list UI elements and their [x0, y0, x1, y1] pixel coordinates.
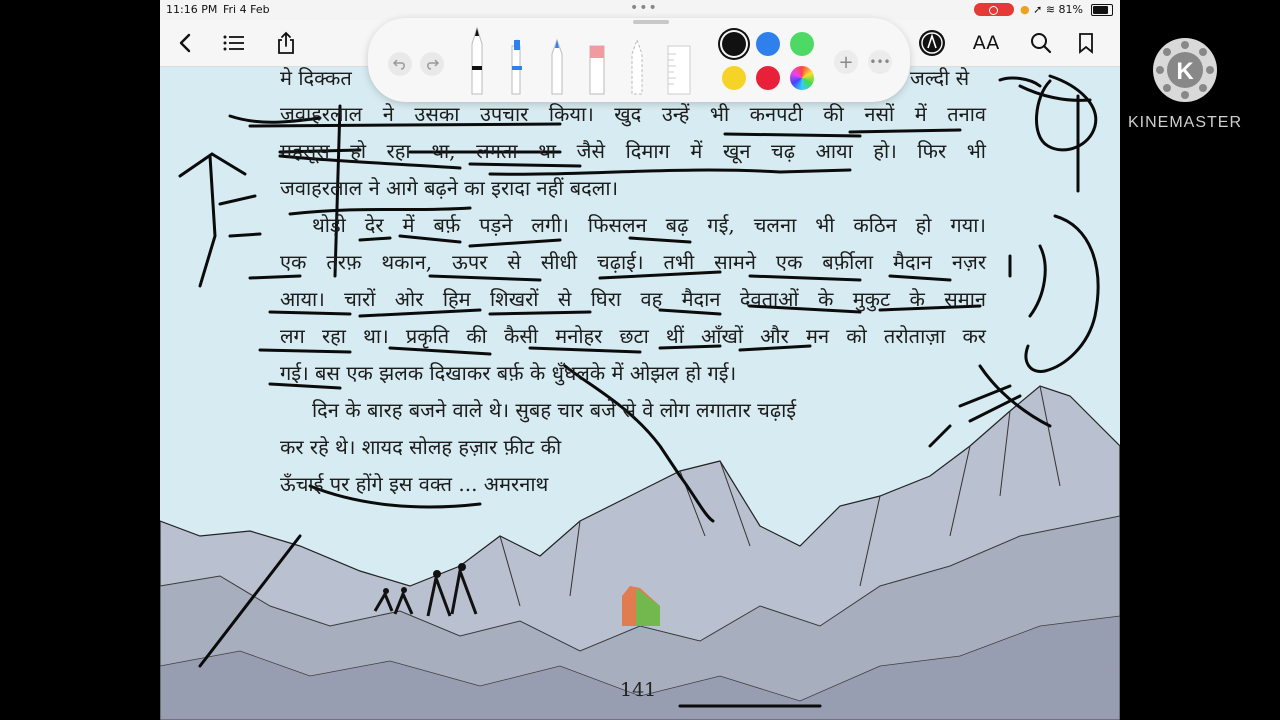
- text-line-8: गई। बस एक झलक दिखाकर बर्फ़ के धुँधलके मे…: [280, 361, 737, 385]
- back-icon: [179, 33, 191, 53]
- add-tool-button[interactable]: +: [834, 50, 858, 74]
- bookmark-icon: [1079, 33, 1093, 54]
- text-line-2: महसूस हो रहा था, लगता था जैसे दिमाग में …: [280, 139, 986, 163]
- text-line-5: एक तरफ़ थकान, ऊपर से सीधी चढ़ाई। तभी साम…: [280, 250, 986, 274]
- text-line-10: कर रहे थे। शायद सोलह हज़ार फ़ीट की: [280, 435, 562, 459]
- text-line-9: दिन के बारह बजने वाले थे। सुबह चार बजे स…: [312, 398, 797, 422]
- page-number: 141: [620, 679, 657, 701]
- list-icon: [223, 35, 244, 51]
- color-black-swatch[interactable]: [722, 32, 746, 56]
- color-picker-swatch[interactable]: [790, 66, 814, 90]
- system-indicators: ● ➚ ≋ 81%: [1020, 3, 1083, 16]
- color-blue-swatch[interactable]: [756, 32, 780, 56]
- mountain-illustration: [160, 385, 1120, 720]
- kinemaster-wordmark: KINEMASTER: [1128, 114, 1243, 131]
- location-icon: ➚: [1033, 3, 1043, 16]
- pen-icon[interactable]: [468, 26, 486, 96]
- palette-drag-handle[interactable]: [633, 20, 669, 24]
- redo-icon: [427, 59, 439, 70]
- markup-icon: [919, 30, 945, 56]
- kinemaster-logo: K: [1153, 38, 1217, 102]
- contents-button[interactable]: [219, 28, 249, 58]
- ipad-screen: 11:16 PM Fri 4 Feb ••• ● ➚ ≋ 81% AA मे द…: [160, 0, 1120, 720]
- battery-percent: 81%: [1058, 3, 1083, 16]
- undo-icon: [393, 59, 405, 70]
- wifi-icon: ≋: [1045, 3, 1056, 16]
- share-button[interactable]: [271, 28, 301, 58]
- font-size-button[interactable]: AA: [971, 28, 1001, 58]
- battery-icon: [1091, 4, 1113, 16]
- lasso-icon[interactable]: [628, 26, 646, 96]
- status-bar: 11:16 PM Fri 4 Feb ••• ● ➚ ≋ 81%: [160, 0, 1120, 20]
- status-date: Fri 4 Feb: [223, 3, 270, 16]
- color-red-swatch[interactable]: [756, 66, 780, 90]
- share-icon: [278, 31, 294, 54]
- text-line-7: लग रहा था। प्रकृति की कैसी मनोहर छटा थीं…: [280, 324, 986, 348]
- bookmark-button[interactable]: [1071, 28, 1101, 58]
- book-page[interactable]: मे दिक्कत जल्दी से जवाहरलाल ने उसका उपचा…: [160, 66, 1120, 720]
- svg-text:K: K: [1176, 58, 1194, 85]
- color-green-swatch[interactable]: [790, 32, 814, 56]
- text-line-3: जवाहरलाल ने आगे बढ़ने का इरादा नहीं बदला…: [280, 176, 619, 200]
- more-options-button[interactable]: •••: [868, 50, 892, 74]
- text-line-1: जवाहरलाल ने उसका उपचार किया। खुद उन्हें …: [280, 102, 986, 126]
- eraser-icon[interactable]: [588, 26, 606, 96]
- text-line-4: थोड़ी देर में बर्फ़ पड़ने लगी। फिसलन बढ़…: [312, 213, 986, 237]
- status-time: 11:16 PM: [166, 3, 218, 16]
- mic-dot-icon: ●: [1020, 3, 1030, 16]
- markup-button[interactable]: [917, 28, 947, 58]
- markup-tool-palette[interactable]: + •••: [368, 18, 910, 102]
- ruler-icon[interactable]: [666, 26, 692, 96]
- text-line-fragment-start: मे दिक्कत: [280, 66, 352, 90]
- search-button[interactable]: [1026, 28, 1056, 58]
- text-line-6: आया। चारों ओर हिम शिखरों से घिरा वह मैदा…: [280, 287, 986, 311]
- search-icon: [1031, 33, 1052, 54]
- color-yellow-swatch[interactable]: [722, 66, 746, 90]
- marker-icon[interactable]: [508, 26, 526, 96]
- redo-button[interactable]: [420, 52, 444, 76]
- pencil-icon[interactable]: [548, 26, 566, 96]
- text-line-fragment-end: जल्दी से: [910, 66, 970, 90]
- plus-icon: +: [838, 51, 854, 73]
- multitasking-dots-icon[interactable]: •••: [630, 0, 658, 16]
- more-icon: •••: [869, 55, 891, 69]
- kinemaster-watermark: K KINEMASTER: [1126, 38, 1246, 138]
- text-line-11: ऊँचाई पर होंगे इस वक्त ... अमरनाथ: [280, 472, 549, 496]
- screen-recording-icon[interactable]: [974, 3, 1014, 16]
- undo-button[interactable]: [388, 52, 412, 76]
- back-button[interactable]: [170, 28, 200, 58]
